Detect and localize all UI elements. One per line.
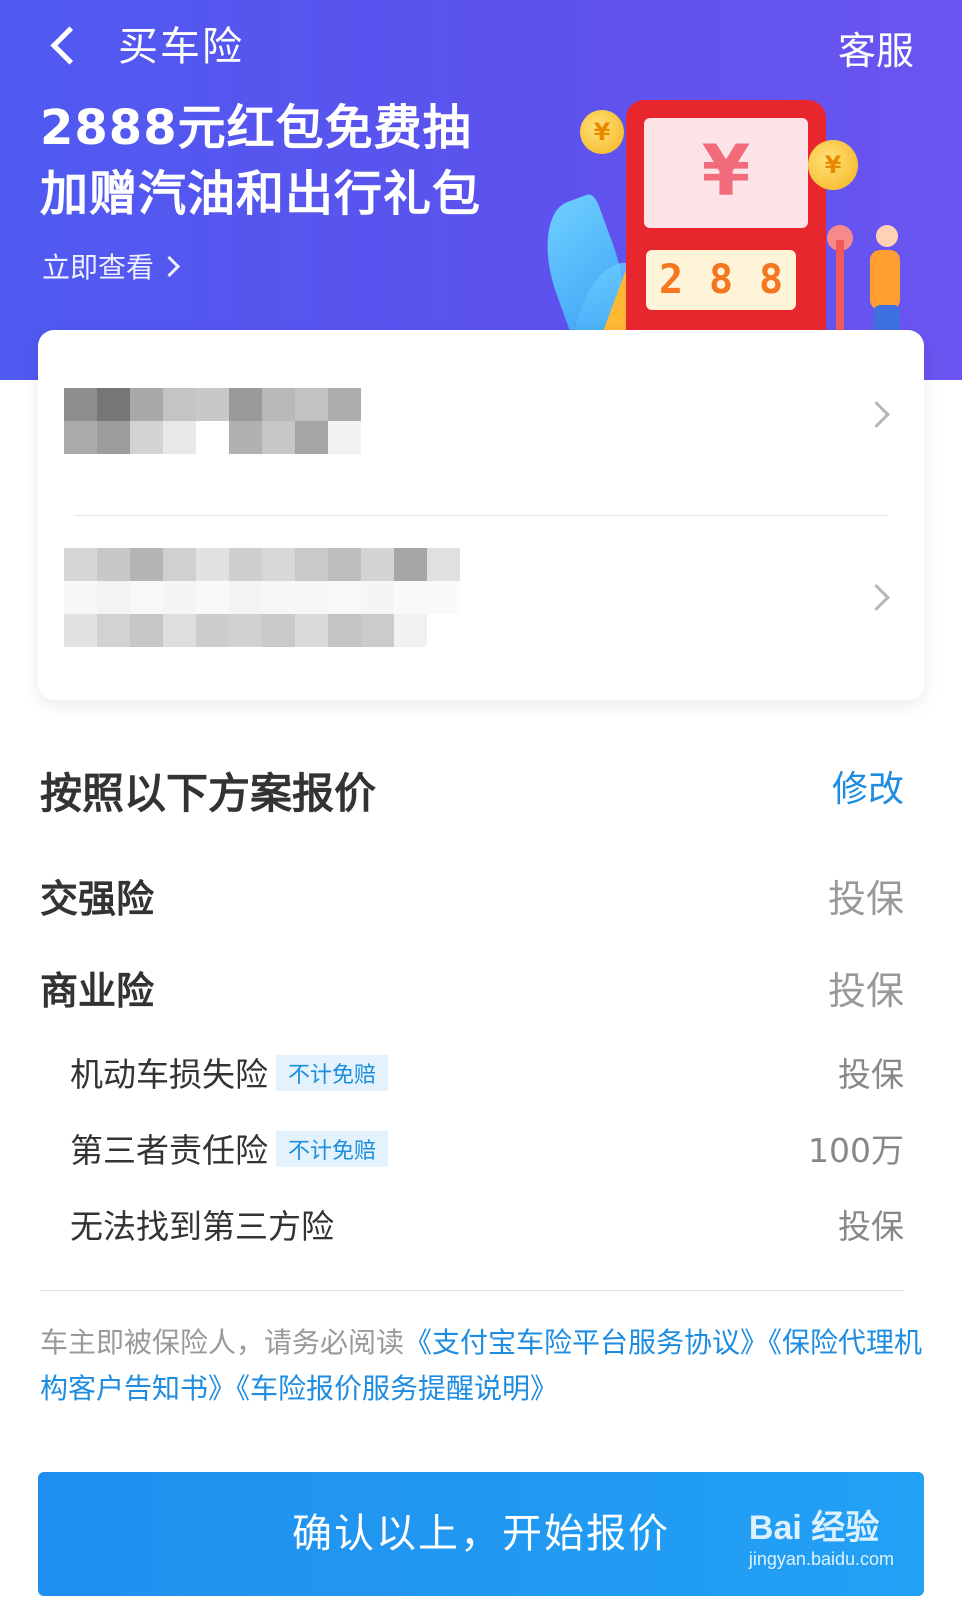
lever [836,240,844,330]
person-head [876,225,898,247]
insurance-sub-value: 100万 [808,1131,904,1170]
person-figure [870,250,900,310]
slot-digit: 8 [758,257,784,303]
vehicle-owner-row[interactable] [38,330,924,515]
coin-icon: ¥ [808,140,858,190]
red-envelope-icon: ¥ 2 8 8 [626,100,826,340]
slot-digit: 2 [658,257,684,303]
agreement-notice: 车主即被保险人，请务必阅读《支付宝车险平台服务协议》《保险代理机构客户告知书》《… [40,1320,924,1412]
envelope-flap: ¥ [644,118,808,228]
coverage-name: 机动车损失险 [70,1055,268,1094]
blurred-vehicle-info [64,548,460,647]
promo-view-link[interactable]: 立即查看 [42,246,181,286]
vehicle-plate-row[interactable] [38,516,924,701]
insurance-value: 投保 [827,969,904,1013]
insurance-sub-value: 投保 [838,1207,904,1246]
page-title: 买车险 [118,24,244,70]
plan-section-title: 按照以下方案报价 [40,769,377,818]
insurance-sub-value: 投保 [838,1055,904,1094]
yen-symbol: ¥ [701,130,751,212]
promo-headline: 2888元红包免费抽 [40,100,472,156]
insurance-sub-label: 机动车损失险 不计免赔 [70,1048,389,1096]
insurance-label: 交强险 [40,877,155,921]
vehicle-info-card [38,330,924,700]
deductible-waiver-badge: 不计免赔 [276,1130,389,1167]
chevron-right-icon [158,255,181,277]
insurance-sub-label: 第三者责任险 不计免赔 [70,1124,389,1172]
back-arrow-icon[interactable] [44,22,84,66]
baidu-watermark: Bai 经验 jingyan.baidu.com [749,1500,894,1570]
insurance-label: 商业险 [40,969,155,1013]
deductible-waiver-badge: 不计免赔 [276,1054,389,1091]
slot-digit: 8 [708,257,734,303]
coverage-name: 第三者责任险 [70,1131,268,1170]
quote-service-reminder-link[interactable]: 《车险报价服务提醒说明》 [236,1372,558,1405]
promo-subheadline: 加赠汽油和出行礼包 [40,166,482,222]
chevron-right-icon [863,401,890,428]
edit-plan-link[interactable]: 修改 [832,760,904,812]
insurance-value: 投保 [827,877,904,921]
chevron-right-icon [863,584,890,611]
promo-banner[interactable]: 买车险 客服 2888元红包免费抽 加赠汽油和出行礼包 立即查看 ¥ 2 8 8… [0,0,962,380]
slot-machine-display: 2 8 8 [646,250,796,310]
section-divider [40,1290,904,1291]
coverage-name: 无法找到第三方险 [70,1207,334,1246]
coin-icon: ¥ [580,110,624,154]
agreement-prefix: 车主即被保险人，请务必阅读 [40,1326,405,1359]
watermark-logo: Bai 经验 [748,1509,880,1547]
customer-service-button[interactable]: 客服 [838,20,914,75]
insurance-sub-label: 无法找到第三方险 [70,1200,334,1248]
promo-view-label: 立即查看 [42,251,155,284]
watermark-url: jingyan.baidu.com [748,1549,894,1569]
blurred-owner-info [64,388,361,454]
platform-service-agreement-link[interactable]: 《支付宝车险平台服务协议》 [404,1326,768,1359]
